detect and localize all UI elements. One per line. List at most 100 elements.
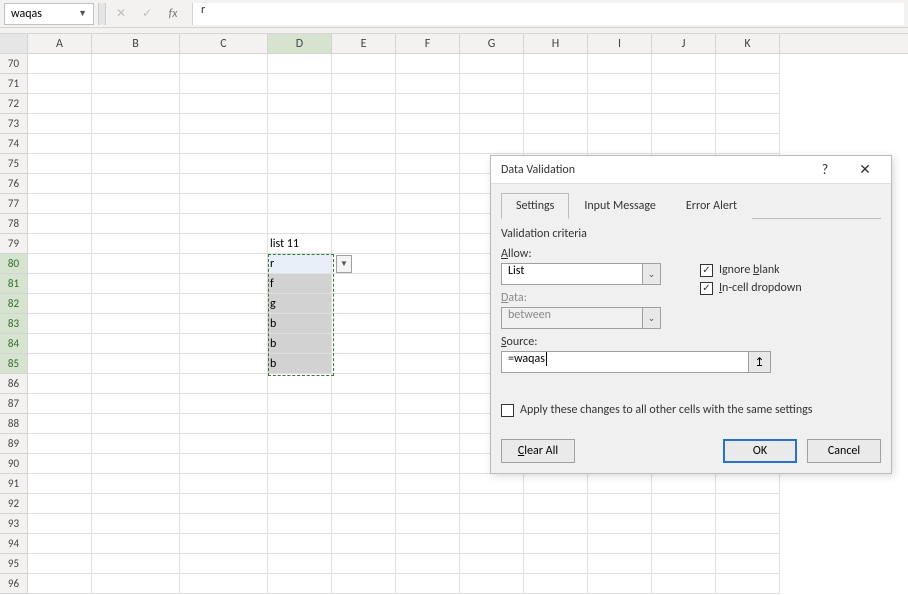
cancel-button[interactable]: Cancel xyxy=(807,439,881,463)
range-picker-icon[interactable]: ↥ xyxy=(749,351,771,373)
cell-D94[interactable] xyxy=(268,534,332,554)
cell-A84[interactable] xyxy=(28,334,92,354)
cell-A94[interactable] xyxy=(28,534,92,554)
tab-input-message[interactable]: Input Message xyxy=(569,193,671,219)
cell-A83[interactable] xyxy=(28,314,92,334)
cell-A71[interactable] xyxy=(28,74,92,94)
row-header[interactable]: 85 xyxy=(0,354,28,374)
cell-C83[interactable] xyxy=(180,314,268,334)
cell-D93[interactable] xyxy=(268,514,332,534)
cell-C70[interactable] xyxy=(180,54,268,74)
cell-G70[interactable] xyxy=(460,54,524,74)
cell-E81[interactable] xyxy=(332,274,396,294)
cell-C95[interactable] xyxy=(180,554,268,574)
cell-E86[interactable] xyxy=(332,374,396,394)
cell-C78[interactable] xyxy=(180,214,268,234)
cell-K93[interactable] xyxy=(716,514,780,534)
cell-E77[interactable] xyxy=(332,194,396,214)
cell-E72[interactable] xyxy=(332,94,396,114)
cell-C80[interactable] xyxy=(180,254,268,274)
row-header[interactable]: 86 xyxy=(0,374,28,394)
cell-C77[interactable] xyxy=(180,194,268,214)
cell-G73[interactable] xyxy=(460,114,524,134)
cell-E90[interactable] xyxy=(332,454,396,474)
col-header-B[interactable]: B xyxy=(92,34,180,53)
cell-G72[interactable] xyxy=(460,94,524,114)
cell-B85[interactable] xyxy=(92,354,180,374)
cell-E89[interactable] xyxy=(332,434,396,454)
ok-button[interactable]: OK xyxy=(723,439,797,463)
cell-B70[interactable] xyxy=(92,54,180,74)
cell-B73[interactable] xyxy=(92,114,180,134)
ignore-blank-checkbox[interactable]: ✓ Ignore blank xyxy=(700,263,881,277)
col-header-D[interactable]: D xyxy=(268,34,332,53)
cell-E94[interactable] xyxy=(332,534,396,554)
cell-C73[interactable] xyxy=(180,114,268,134)
cell-A88[interactable] xyxy=(28,414,92,434)
cell-B78[interactable] xyxy=(92,214,180,234)
cell-A70[interactable] xyxy=(28,54,92,74)
cell-B84[interactable] xyxy=(92,334,180,354)
cell-D82[interactable]: g xyxy=(268,294,332,314)
cell-E85[interactable] xyxy=(332,354,396,374)
col-header-H[interactable]: H xyxy=(524,34,588,53)
cell-G93[interactable] xyxy=(460,514,524,534)
cell-K96[interactable] xyxy=(716,574,780,594)
cell-A76[interactable] xyxy=(28,174,92,194)
cell-F76[interactable] xyxy=(396,174,460,194)
cell-C85[interactable] xyxy=(180,354,268,374)
formula-input[interactable]: r xyxy=(192,3,904,25)
row-header[interactable]: 88 xyxy=(0,414,28,434)
cell-H70[interactable] xyxy=(524,54,588,74)
cell-B95[interactable] xyxy=(92,554,180,574)
cell-H91[interactable] xyxy=(524,474,588,494)
cell-A92[interactable] xyxy=(28,494,92,514)
cell-B82[interactable] xyxy=(92,294,180,314)
cell-D92[interactable] xyxy=(268,494,332,514)
row-header[interactable]: 94 xyxy=(0,534,28,554)
cell-K70[interactable] xyxy=(716,54,780,74)
col-header-I[interactable]: I xyxy=(588,34,652,53)
cell-A96[interactable] xyxy=(28,574,92,594)
cell-J91[interactable] xyxy=(652,474,716,494)
cell-A85[interactable] xyxy=(28,354,92,374)
cell-F74[interactable] xyxy=(396,134,460,154)
row-header[interactable]: 87 xyxy=(0,394,28,414)
cell-H94[interactable] xyxy=(524,534,588,554)
cell-F75[interactable] xyxy=(396,154,460,174)
cell-C84[interactable] xyxy=(180,334,268,354)
row-header[interactable]: 77 xyxy=(0,194,28,214)
row-header[interactable]: 74 xyxy=(0,134,28,154)
cell-B96[interactable] xyxy=(92,574,180,594)
cell-E84[interactable] xyxy=(332,334,396,354)
cell-K94[interactable] xyxy=(716,534,780,554)
row-header[interactable]: 72 xyxy=(0,94,28,114)
apply-all-checkbox[interactable]: Apply these changes to all other cells w… xyxy=(501,403,881,417)
cell-B93[interactable] xyxy=(92,514,180,534)
cell-H74[interactable] xyxy=(524,134,588,154)
col-header-A[interactable]: A xyxy=(28,34,92,53)
cell-J73[interactable] xyxy=(652,114,716,134)
cell-E71[interactable] xyxy=(332,74,396,94)
cell-B91[interactable] xyxy=(92,474,180,494)
cell-E92[interactable] xyxy=(332,494,396,514)
cell-F71[interactable] xyxy=(396,74,460,94)
cell-F85[interactable] xyxy=(396,354,460,374)
cell-D87[interactable] xyxy=(268,394,332,414)
cell-F83[interactable] xyxy=(396,314,460,334)
cell-K72[interactable] xyxy=(716,94,780,114)
cell-A89[interactable] xyxy=(28,434,92,454)
cell-C96[interactable] xyxy=(180,574,268,594)
cell-B77[interactable] xyxy=(92,194,180,214)
help-button[interactable]: ? xyxy=(805,157,845,183)
cell-D84[interactable]: b xyxy=(268,334,332,354)
cell-F73[interactable] xyxy=(396,114,460,134)
cell-C71[interactable] xyxy=(180,74,268,94)
cell-I92[interactable] xyxy=(588,494,652,514)
cell-B89[interactable] xyxy=(92,434,180,454)
cell-F80[interactable] xyxy=(396,254,460,274)
cell-C72[interactable] xyxy=(180,94,268,114)
cell-F87[interactable] xyxy=(396,394,460,414)
cell-A90[interactable] xyxy=(28,454,92,474)
cell-A81[interactable] xyxy=(28,274,92,294)
